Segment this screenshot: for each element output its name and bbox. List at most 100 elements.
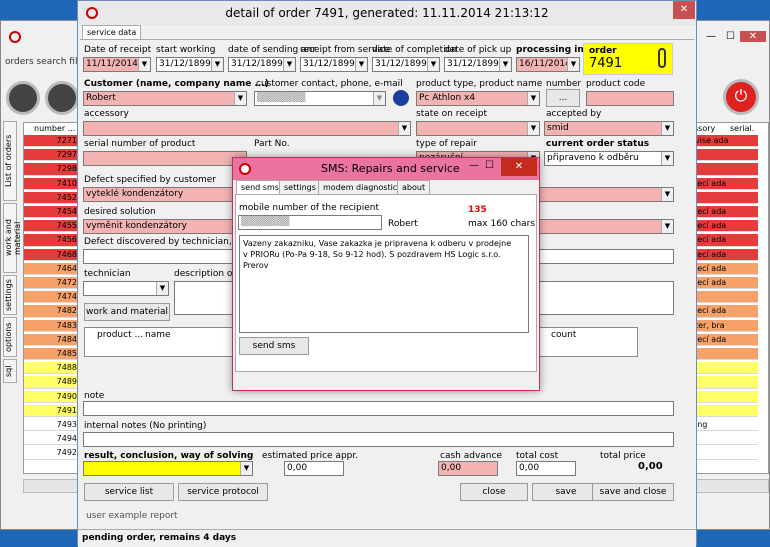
accepted-field[interactable]: smid ▼	[544, 121, 674, 136]
tab-settings[interactable]: settings	[3, 275, 17, 315]
table-row[interactable]: jecí ada	[692, 248, 758, 261]
table-row[interactable]: jecí ada	[692, 277, 758, 290]
col-number-header[interactable]: number ...	[34, 124, 75, 133]
product-type-field[interactable]: Pc Athlon x4 ▼	[416, 91, 540, 106]
table-row[interactable]: 7483	[24, 319, 80, 332]
table-row[interactable]: 7456	[24, 234, 80, 247]
sms-tab-send[interactable]: send sms	[236, 180, 284, 195]
table-row[interactable]	[692, 376, 758, 389]
paperclip-icon[interactable]	[658, 48, 666, 68]
minimize-button[interactable]: —	[706, 31, 716, 42]
main-menu[interactable]: orders search fil	[5, 57, 77, 67]
tab-options[interactable]: options	[3, 317, 17, 357]
table-row[interactable]: 7493	[24, 419, 80, 432]
table-row[interactable]: 7468	[24, 248, 80, 261]
date-completion-field[interactable]: 31/12/1899 ▼	[372, 57, 440, 72]
result-field[interactable]: ▼	[83, 461, 253, 476]
table-row[interactable]: 7464	[24, 262, 80, 275]
processing-field[interactable]: 16/11/2014 ▼	[516, 57, 580, 72]
save-close-button[interactable]: save and close	[592, 483, 674, 501]
col-serial-header[interactable]: serial.	[730, 124, 754, 133]
table-row[interactable]: 7488	[24, 362, 80, 375]
table-row[interactable]: jecí ada	[692, 177, 758, 190]
table-row[interactable]: vise ada	[692, 135, 758, 148]
send-sms-button[interactable]: send sms	[239, 337, 309, 355]
status-field[interactable]: připraveno k odběru ▼	[544, 151, 674, 166]
table-row[interactable]: jecí ada	[692, 262, 758, 275]
power-icon[interactable]: ⏻	[723, 79, 759, 115]
col-accessory-header[interactable]: ssory	[694, 124, 715, 133]
number-button[interactable]: ...	[546, 89, 580, 107]
serial-field[interactable]	[83, 151, 247, 166]
internal-field[interactable]	[83, 432, 674, 447]
toolbar-icon-1[interactable]	[6, 81, 40, 115]
table-row[interactable]: jecí ada	[692, 234, 758, 247]
start-working-field[interactable]: 31/12/1899 ▼	[156, 57, 224, 72]
table-row[interactable]: 7492	[24, 447, 80, 460]
table-row[interactable]: 7494	[24, 433, 80, 446]
table-row[interactable]: ter, bra	[692, 319, 758, 332]
date-receipt-field[interactable]: 11/11/2014 ▼	[83, 57, 151, 72]
receipt-service-field[interactable]: 31/12/1899 ▼	[300, 57, 368, 72]
tab-sql[interactable]: sql	[3, 359, 17, 383]
service-list-button[interactable]: service list	[84, 483, 174, 501]
table-row[interactable]: jecí ada	[692, 333, 758, 346]
product-code-field[interactable]	[586, 91, 674, 106]
technician-field[interactable]: ▼	[83, 281, 169, 296]
sms-close-button[interactable]: ✕	[501, 158, 537, 176]
table-row[interactable]: 7271	[24, 135, 80, 148]
table-row[interactable]	[692, 404, 758, 417]
est-price-field[interactable]: 0,00	[284, 461, 344, 476]
close-window-button[interactable]: ✕	[740, 31, 766, 42]
table-row[interactable]: jecí ada	[692, 206, 758, 219]
table-row[interactable]: 7410	[24, 177, 80, 190]
table-row[interactable]: 7491	[24, 404, 80, 417]
table-row[interactable]	[692, 362, 758, 375]
service-protocol-button[interactable]: service protocol	[178, 483, 268, 501]
table-row[interactable]	[692, 163, 758, 176]
table-row[interactable]: 7485	[24, 348, 80, 361]
sms-minimize-button[interactable]: —	[469, 160, 479, 171]
date-sending-field[interactable]: 31/12/1899 ▼	[228, 57, 296, 72]
mobile-field[interactable]: ▒▒▒▒▒▒▒	[238, 215, 382, 230]
table-row[interactable]: 7298	[24, 163, 80, 176]
table-row[interactable]: 7297	[24, 149, 80, 162]
sms-tab-modem[interactable]: modem diagnostics	[318, 180, 407, 195]
table-row[interactable]: 7455	[24, 220, 80, 233]
table-row[interactable]	[692, 291, 758, 304]
col-count-header[interactable]: count	[551, 330, 576, 340]
note-field[interactable]	[83, 401, 674, 416]
close-detail-button[interactable]: ✕	[673, 1, 695, 19]
col-product-header[interactable]: product ...	[97, 330, 143, 340]
date-pickup-field[interactable]: 31/12/1899 ▼	[444, 57, 512, 72]
sms-tab-settings[interactable]: settings	[279, 180, 321, 195]
table-row[interactable]	[692, 447, 758, 460]
save-button[interactable]: save	[532, 483, 600, 501]
tab-list-of-orders[interactable]: List of orders	[3, 121, 17, 201]
work-material-button[interactable]: work and material	[84, 303, 170, 321]
tab-work-material[interactable]: work and material	[3, 203, 22, 273]
table-row[interactable]: 7474	[24, 291, 80, 304]
table-row[interactable]: ing	[692, 419, 758, 432]
contact-field[interactable]: ▒▒▒▒▒▒▒ ▼	[254, 91, 386, 106]
message-field[interactable]: Vazeny zakazniku, Vase zakazka je pripra…	[239, 235, 529, 333]
table-row[interactable]: 7472	[24, 277, 80, 290]
toolbar-icon-2[interactable]	[45, 81, 79, 115]
table-row[interactable]	[692, 390, 758, 403]
table-row[interactable]: 7484	[24, 333, 80, 346]
table-row[interactable]: 7490	[24, 390, 80, 403]
sms-maximize-button[interactable]: ☐	[485, 160, 494, 171]
state-receipt-field[interactable]: ▼	[416, 121, 540, 136]
tab-service-data[interactable]: service data	[82, 25, 142, 40]
col-name-header[interactable]: name	[145, 330, 171, 340]
table-row[interactable]: jecí ada	[692, 220, 758, 233]
table-row[interactable]: 7482	[24, 305, 80, 318]
table-row[interactable]	[692, 433, 758, 446]
table-row[interactable]: jecí ada	[692, 305, 758, 318]
table-row[interactable]: 7454	[24, 206, 80, 219]
maximize-button[interactable]: ☐	[726, 31, 735, 42]
customer-field[interactable]: Robert ▼	[83, 91, 247, 106]
table-row[interactable]	[692, 348, 758, 361]
cash-field[interactable]: 0,00	[438, 461, 498, 476]
table-row[interactable]	[692, 191, 758, 204]
